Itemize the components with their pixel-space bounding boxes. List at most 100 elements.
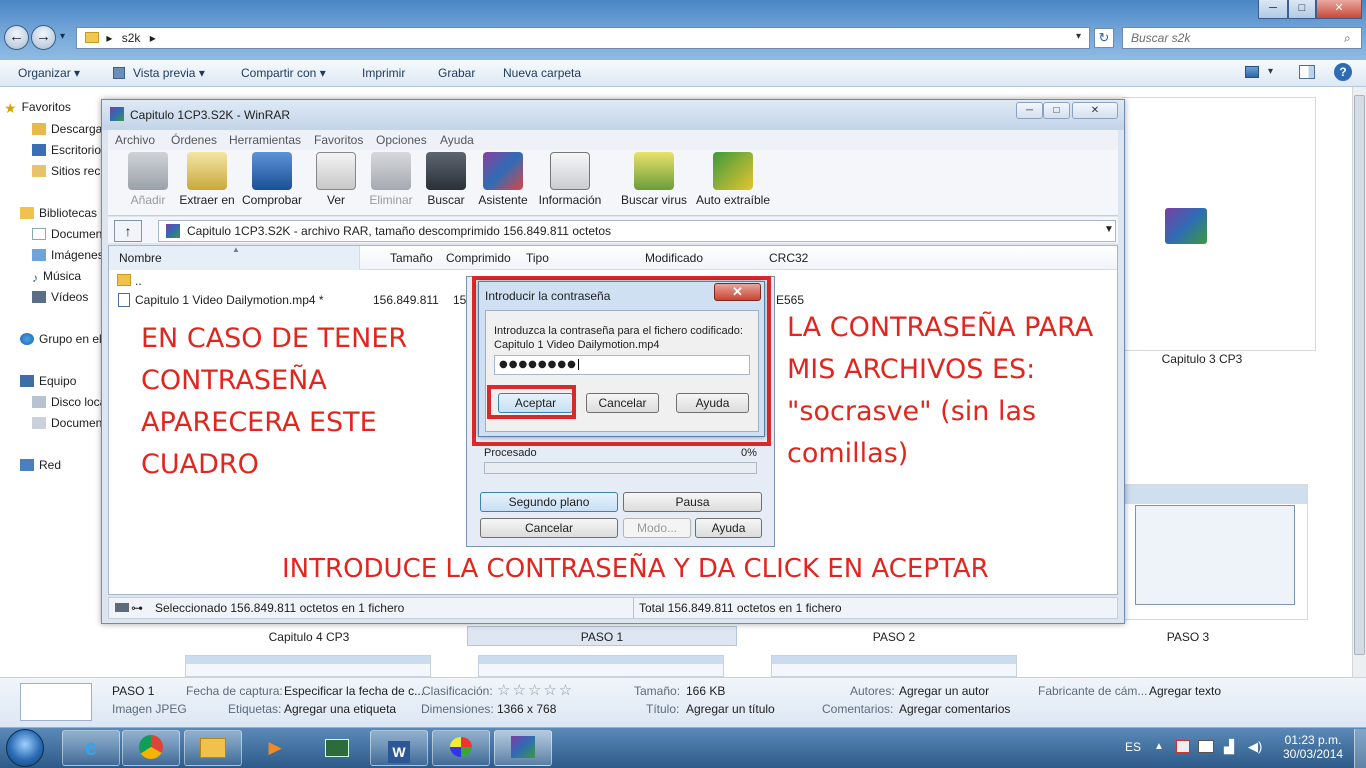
thumbnail-row2[interactable]: [771, 655, 1017, 677]
vertical-scrollbar[interactable]: [1352, 87, 1366, 677]
comments-field[interactable]: Agregar comentarios: [899, 702, 1010, 716]
taskbar-chrome[interactable]: [122, 730, 180, 766]
search-input[interactable]: Buscar s2k: [1122, 27, 1362, 49]
nav-local-disk[interactable]: Disco local: [32, 395, 103, 409]
taskbar-ie[interactable]: e: [62, 730, 120, 766]
preview-menu[interactable]: Vista previa ▾: [133, 66, 205, 80]
winrar-close-button[interactable]: ✕: [1072, 102, 1118, 119]
share-menu[interactable]: Compartir con ▾: [241, 66, 326, 80]
back-button[interactable]: ←: [4, 25, 29, 50]
tags-field[interactable]: Agregar una etiqueta: [284, 702, 396, 716]
help-icon[interactable]: ?: [1334, 63, 1352, 81]
organize-menu[interactable]: Organizar ▾: [18, 66, 80, 80]
tool-info[interactable]: Información: [534, 152, 606, 207]
column-modified[interactable]: Modificado: [645, 251, 703, 265]
nav-homegroup[interactable]: Grupo en el hogar: [20, 332, 103, 346]
recent-pages-icon[interactable]: ▾: [60, 31, 65, 42]
capture-date-field[interactable]: Especificar la fecha de c...: [284, 684, 424, 698]
minimize-button[interactable]: ─: [1258, 0, 1288, 19]
preview-pane-icon[interactable]: [1299, 65, 1315, 79]
show-hidden-icons[interactable]: ▲: [1154, 741, 1164, 752]
menu-favoritos[interactable]: Favoritos: [314, 133, 363, 147]
thumbnail-row2[interactable]: [185, 655, 431, 677]
taskbar-explorer[interactable]: [184, 730, 242, 766]
thumbnail-cap3[interactable]: [1122, 97, 1316, 351]
address-bar[interactable]: ▸ s2k ▸: [76, 27, 1090, 49]
view-dropdown-icon[interactable]: ▾: [1268, 66, 1273, 77]
taskbar-app[interactable]: [308, 730, 366, 766]
password-dialog-close-button[interactable]: ✕: [714, 283, 761, 301]
nav-network[interactable]: Red: [20, 458, 103, 472]
nav-downloads[interactable]: Descargas: [32, 122, 103, 136]
scrollbar-thumb[interactable]: [1354, 95, 1365, 655]
signal-icon[interactable]: ▟: [1224, 739, 1234, 755]
column-name[interactable]: Nombre: [119, 251, 162, 265]
menu-opciones[interactable]: Opciones: [376, 133, 427, 147]
progress-help-button[interactable]: Ayuda: [695, 518, 762, 538]
maximize-button[interactable]: □: [1288, 0, 1316, 19]
winrar-maximize-button[interactable]: □: [1043, 102, 1070, 119]
clock[interactable]: 01:23 p.m. 30/03/2014: [1283, 733, 1343, 761]
taskbar-media-player[interactable]: ▶: [246, 730, 304, 766]
list-item-parent[interactable]: ..: [135, 274, 142, 288]
menu-ayuda[interactable]: Ayuda: [440, 133, 474, 147]
action-center-icon[interactable]: [1176, 740, 1190, 753]
print-button[interactable]: Imprimir: [362, 66, 405, 80]
winrar-minimize-button[interactable]: ─: [1016, 102, 1043, 119]
path-dropdown-icon[interactable]: ▼: [1104, 224, 1114, 235]
password-cancel-button[interactable]: Cancelar: [586, 393, 659, 413]
pause-button[interactable]: Pausa: [623, 492, 762, 512]
refresh-button[interactable]: ↻: [1094, 28, 1114, 48]
rating-stars[interactable]: ☆☆☆☆☆: [497, 681, 574, 699]
tool-sfx[interactable]: Auto extraíble: [693, 152, 773, 207]
column-type[interactable]: Tipo: [526, 251, 549, 265]
taskbar-word[interactable]: W: [370, 730, 428, 766]
start-button[interactable]: [6, 729, 44, 767]
nav-music[interactable]: ♪ Música: [32, 269, 103, 283]
column-packed[interactable]: Comprimido: [446, 251, 511, 265]
forward-button[interactable]: →: [31, 25, 56, 50]
column-size[interactable]: Tamaño: [390, 251, 433, 265]
nav-favorites[interactable]: ★ Favoritos: [4, 100, 102, 114]
menu-archivo[interactable]: Archivo: [115, 133, 155, 147]
close-button[interactable]: ✕: [1316, 0, 1362, 19]
battery-icon[interactable]: [1198, 740, 1214, 753]
tool-virus-scan[interactable]: Buscar virus: [619, 152, 689, 207]
taskbar-winrar[interactable]: [494, 730, 552, 766]
camera-maker-field[interactable]: Agregar texto: [1149, 684, 1221, 698]
nav-recent[interactable]: Sitios recientes: [32, 164, 103, 178]
tool-add[interactable]: Añadir: [116, 152, 180, 207]
background-button[interactable]: Segundo plano: [480, 492, 618, 512]
search-icon[interactable]: ⌕: [1344, 31, 1351, 46]
password-help-button[interactable]: Ayuda: [676, 393, 749, 413]
nav-documents[interactable]: Documentos: [32, 227, 103, 241]
column-crc[interactable]: CRC32: [769, 251, 808, 265]
volume-icon[interactable]: ◀): [1248, 739, 1262, 755]
nav-images[interactable]: Imágenes: [32, 248, 103, 262]
show-desktop-button[interactable]: [1354, 729, 1366, 768]
breadcrumb-s2k[interactable]: s2k: [122, 31, 141, 45]
change-view-icon[interactable]: [1245, 66, 1259, 78]
menu-ordenes[interactable]: Órdenes: [171, 133, 217, 147]
menu-herramientas[interactable]: Herramientas: [229, 133, 301, 147]
tool-test[interactable]: Comprobar: [240, 152, 304, 207]
tool-extract[interactable]: Extraer en: [175, 152, 239, 207]
nav-libraries[interactable]: Bibliotecas: [20, 206, 103, 220]
password-input[interactable]: ●●●●●●●●: [494, 355, 750, 375]
thumbnail-row2[interactable]: [478, 655, 724, 677]
nav-desktop[interactable]: Escritorio: [32, 143, 103, 157]
nav-computer[interactable]: Equipo: [20, 374, 103, 388]
nav-videos[interactable]: Vídeos: [32, 290, 103, 304]
taskbar-paint[interactable]: [432, 730, 490, 766]
new-folder-button[interactable]: Nueva carpeta: [503, 66, 581, 80]
address-dropdown-icon[interactable]: ▾: [1076, 31, 1081, 42]
tool-wizard[interactable]: Asistente: [471, 152, 535, 207]
up-folder-button[interactable]: ↑: [114, 220, 142, 242]
language-indicator[interactable]: ES: [1125, 740, 1141, 754]
nav-documents-drive[interactable]: Documentos: [32, 416, 103, 430]
cancel-extract-button[interactable]: Cancelar: [480, 518, 618, 538]
archive-path-field[interactable]: Capitulo 1CP3.S2K - archivo RAR, tamaño …: [158, 220, 1116, 242]
mode-button[interactable]: Modo...: [623, 518, 691, 538]
authors-field[interactable]: Agregar un autor: [899, 684, 989, 698]
burn-button[interactable]: Grabar: [438, 66, 475, 80]
